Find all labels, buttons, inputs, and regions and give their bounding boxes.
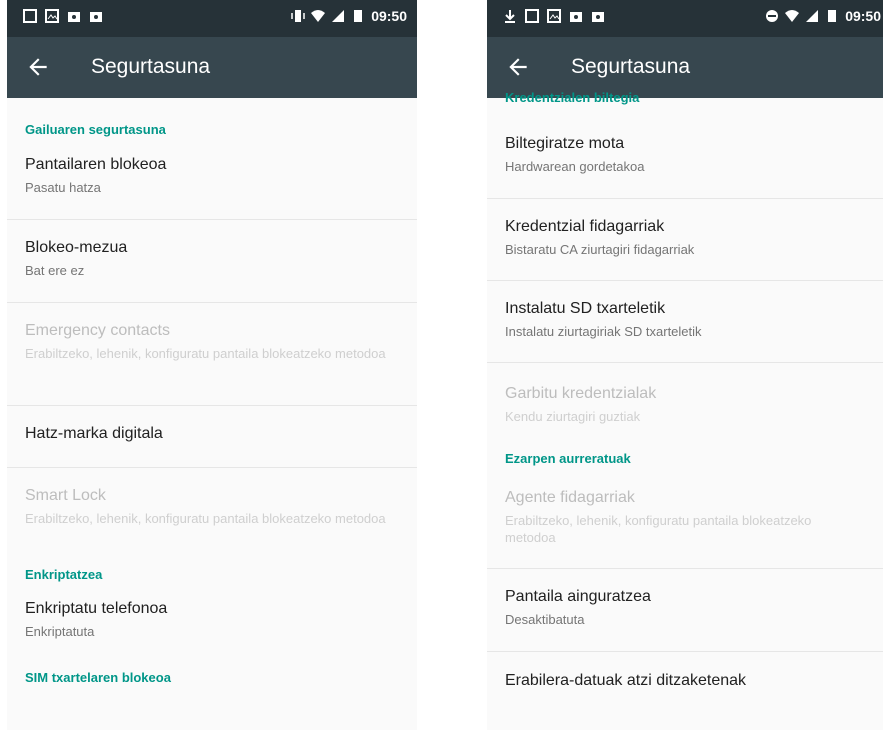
fingerprint-item[interactable]: Hatz-marka digitala (7, 425, 417, 467)
install-from-sd-item[interactable]: Instalatu SD txarteletik Instalatu ziurt… (487, 300, 883, 362)
image-notification-icon (525, 9, 539, 23)
smart-lock-item: Smart Lock Erabiltzeko, lehenik, konfigu… (7, 487, 417, 567)
install-from-sd-title: Instalatu SD txarteletik (505, 300, 666, 317)
smart-lock-summary: Erabiltzeko, lehenik, konfiguratu pantai… (25, 511, 386, 526)
storage-type-title: Biltegiratze mota (505, 135, 625, 152)
trust-agents-title: Agente fidagarriak (505, 489, 635, 506)
signal-icon (806, 10, 819, 22)
usage-access-item[interactable]: Erabilera-datuak atzi ditzaketenak (487, 672, 883, 712)
status-bar: 09:50 (7, 0, 417, 37)
section-header-encryption: Enkriptatzea (25, 567, 103, 582)
page-title: Segurtasuna (571, 55, 691, 78)
encrypt-phone-summary: Enkriptatuta (25, 624, 95, 639)
status-time: 09:50 (845, 8, 881, 24)
smart-lock-title: Smart Lock (25, 487, 106, 504)
lock-message-title: Blokeo-mezua (25, 239, 128, 256)
trusted-credentials-title: Kredentzial fidagarriak (505, 218, 665, 235)
storage-type-summary: Hardwarean gordetakoa (505, 159, 645, 174)
trusted-credentials-item[interactable]: Kredentzial fidagarriak Bistaratu CA ziu… (487, 218, 883, 280)
screen-pinning-title: Pantaila ainguratzea (505, 588, 651, 605)
section-header-sim-lock: SIM txartelaren blokeoa (25, 670, 171, 685)
download-icon (505, 10, 515, 23)
screen-lock-item[interactable]: Pantailaren blokeoa Pasatu hatza (7, 156, 417, 219)
left-screen: 09:50 Segurtasuna Gailuaren segurtasuna … (7, 0, 417, 730)
clear-credentials-summary: Kendu ziurtagiri guztiak (505, 409, 641, 424)
status-bar: 09:50 (487, 0, 883, 37)
photo-notification-icon-2 (592, 12, 604, 22)
screen-pinning-summary: Desaktibatuta (505, 612, 585, 627)
clear-credentials-item: Garbitu kredentzialak Kendu ziurtagiri g… (487, 385, 883, 451)
battery-icon (828, 10, 837, 22)
photo-notification-icon-2 (90, 12, 102, 22)
gallery-notification-icon (45, 9, 59, 23)
photo-notification-icon (570, 12, 582, 22)
usage-access-title: Erabilera-datuak atzi ditzaketenak (505, 672, 747, 689)
encrypt-phone-title: Enkriptatu telefonoa (25, 600, 168, 617)
screen-lock-title: Pantailaren blokeoa (25, 156, 167, 173)
emergency-contacts-title: Emergency contacts (25, 322, 170, 339)
do-not-disturb-icon (766, 10, 779, 22)
clear-credentials-title: Garbitu kredentzialak (505, 385, 657, 402)
battery-icon (354, 10, 363, 22)
emergency-contacts-item: Emergency contacts Erabiltzeko, lehenik,… (7, 322, 417, 405)
screen-lock-summary: Pasatu hatza (25, 180, 101, 195)
install-from-sd-summary: Instalatu ziurtagiriak SD txarteletik (505, 324, 702, 339)
trust-agents-item: Agente fidagarriak Erabiltzeko, lehenik,… (487, 489, 883, 568)
fingerprint-title: Hatz-marka digitala (25, 425, 163, 442)
storage-type-item[interactable]: Biltegiratze mota Hardwarean gordetakoa (487, 135, 883, 198)
trust-agents-summary: Erabiltzeko, lehenik, konfiguratu pantai… (505, 513, 812, 545)
status-time: 09:50 (371, 8, 407, 24)
back-arrow-icon[interactable] (505, 54, 531, 80)
screen-pinning-item[interactable]: Pantaila ainguratzea Desaktibatuta (487, 588, 883, 651)
lock-message-summary: Bat ere ez (25, 263, 85, 278)
signal-icon (332, 10, 345, 22)
section-header-advanced: Ezarpen aurreratuak (505, 451, 631, 466)
wifi-icon (785, 10, 800, 22)
section-header-device-security: Gailuaren segurtasuna (25, 122, 166, 137)
lock-message-item[interactable]: Blokeo-mezua Bat ere ez (7, 239, 417, 302)
wifi-icon (311, 10, 326, 22)
encrypt-phone-item[interactable]: Enkriptatu telefonoa Enkriptatuta (7, 600, 417, 670)
image-notification-icon (23, 9, 37, 23)
gallery-notification-icon (547, 9, 561, 23)
trusted-credentials-summary: Bistaratu CA ziurtagiri fidagarriak (505, 242, 695, 257)
vibrate-icon (291, 10, 305, 22)
app-bar: Segurtasuna (7, 37, 417, 98)
right-screen: 09:50 Segurtasuna Kredentzialen biltegia… (487, 0, 883, 730)
photo-notification-icon (68, 12, 80, 22)
back-arrow-icon[interactable] (25, 54, 51, 80)
emergency-contacts-summary: Erabiltzeko, lehenik, konfiguratu pantai… (25, 346, 386, 361)
app-bar: Segurtasuna (487, 37, 883, 98)
page-title: Segurtasuna (91, 55, 211, 78)
section-header-credential-storage: Kredentzialen biltegia (505, 90, 640, 105)
